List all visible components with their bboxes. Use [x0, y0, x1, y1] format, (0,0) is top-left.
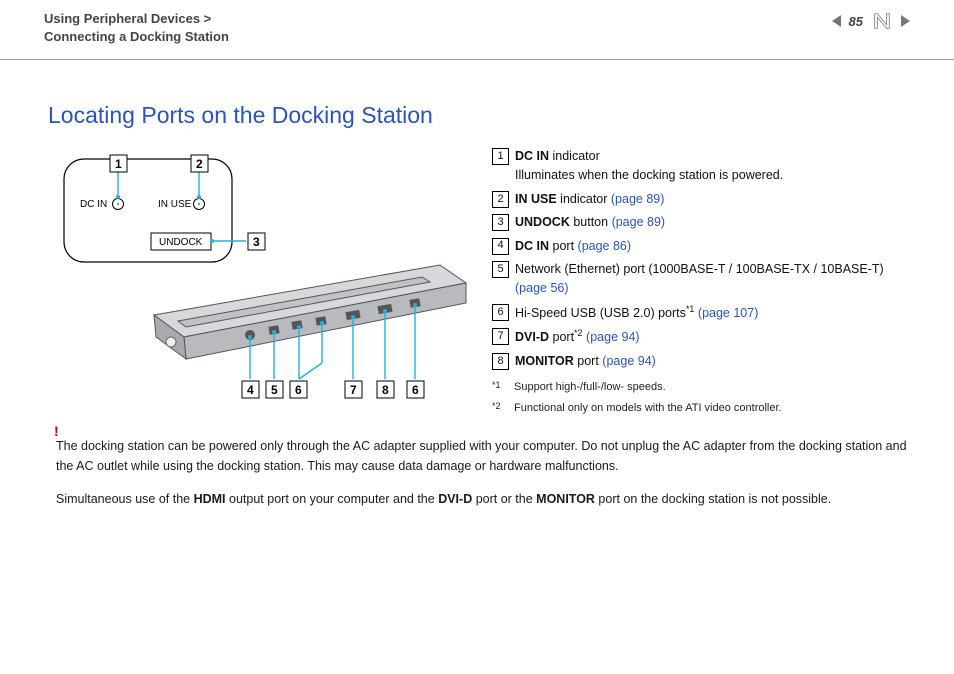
legend-item-4: 4 DC IN port (page 86) — [492, 237, 910, 256]
footnote-mark: *2 — [492, 400, 506, 417]
legend-item-1: 1 DC IN indicator Illuminates when the d… — [492, 147, 910, 186]
legend-sup: *2 — [574, 328, 583, 338]
notice-text: Simultaneous use of the — [56, 492, 194, 506]
legend-bold: MONITOR — [515, 354, 574, 368]
legend-number: 5 — [492, 261, 509, 278]
legend-footnotes: *1 Support high-/full-/low- speeds. *2 F… — [492, 379, 910, 417]
svg-text:4: 4 — [247, 383, 254, 397]
notice-text: port or the — [472, 492, 536, 506]
footnote-1: *1 Support high-/full-/low- speeds. — [492, 379, 910, 396]
legend-number: 2 — [492, 191, 509, 208]
legend-item-5: 5 Network (Ethernet) port (1000BASE-T / … — [492, 260, 910, 299]
warning-icon: ! — [54, 421, 59, 443]
legend-item-6: 6 Hi-Speed USB (USB 2.0) ports*1 (page 1… — [492, 303, 910, 324]
notice-text: port on the docking station is not possi… — [595, 492, 831, 506]
breadcrumb: Using Peripheral Devices > Connecting a … — [44, 10, 229, 45]
warning-text: The docking station can be powered only … — [56, 439, 907, 472]
notices: ! The docking station can be powered onl… — [0, 421, 954, 509]
legend-rest: indicator — [549, 149, 600, 163]
legend-link[interactable]: (page 94) — [602, 354, 656, 368]
legend-bold: DVI-D — [515, 330, 549, 344]
legend-desc: Illuminates when the docking station is … — [515, 168, 783, 182]
n-logo-icon — [871, 10, 893, 32]
legend-item-2: 2 IN USE indicator (page 89) — [492, 190, 910, 209]
warning-notice: ! The docking station can be powered onl… — [56, 437, 910, 476]
legend-bold: DC IN — [515, 239, 549, 253]
legend-item-3: 3 UNDOCK button (page 89) — [492, 213, 910, 232]
footnote-2: *2 Functional only on models with the AT… — [492, 400, 910, 417]
svg-text:3: 3 — [253, 235, 260, 249]
footnote-text: Functional only on models with the ATI v… — [514, 400, 782, 417]
legend-link[interactable]: (page 107) — [698, 306, 758, 320]
page-header: Using Peripheral Devices > Connecting a … — [0, 0, 954, 60]
svg-text:6: 6 — [295, 383, 302, 397]
section-title: Locating Ports on the Docking Station — [0, 60, 954, 129]
legend-item-8: 8 MONITOR port (page 94) — [492, 352, 910, 371]
legend-bold: IN USE — [515, 192, 557, 206]
breadcrumb-line1: Using Peripheral Devices > — [44, 10, 229, 28]
svg-text:6: 6 — [412, 383, 419, 397]
legend-list: 1 DC IN indicator Illuminates when the d… — [492, 147, 910, 421]
legend-link[interactable]: (page 86) — [578, 239, 632, 253]
legend-link[interactable]: (page 94) — [586, 330, 640, 344]
info-notice: Simultaneous use of the HDMI output port… — [56, 490, 910, 509]
legend-number: 3 — [492, 214, 509, 231]
footnote-mark: *1 — [492, 379, 506, 396]
footnote-text: Support high-/full-/low- speeds. — [514, 379, 666, 396]
legend-number: 7 — [492, 328, 509, 345]
legend-number: 8 — [492, 353, 509, 370]
notice-text: output port on your computer and the — [226, 492, 439, 506]
figure-label-undock: UNDOCK — [159, 237, 203, 248]
docking-station-figure: DC IN IN USE UNDOCK 1 — [56, 147, 474, 412]
notice-bold: HDMI — [194, 492, 226, 506]
legend-rest: indicator — [557, 192, 611, 206]
figure-label-inuse: IN USE — [158, 199, 192, 210]
legend-link[interactable]: (page 89) — [612, 215, 666, 229]
svg-text:8: 8 — [382, 383, 389, 397]
breadcrumb-line2: Connecting a Docking Station — [44, 28, 229, 46]
legend-rest: port — [549, 239, 578, 253]
legend-rest: port — [549, 330, 574, 344]
svg-text:2: 2 — [196, 157, 203, 171]
legend-number: 1 — [492, 148, 509, 165]
notice-bold: DVI-D — [438, 492, 472, 506]
notice-bold: MONITOR — [536, 492, 595, 506]
figure-label-dcin: DC IN — [80, 199, 107, 210]
legend-rest: button — [570, 215, 612, 229]
page-number-nav: 85 — [832, 10, 910, 32]
prev-page-icon[interactable] — [832, 15, 841, 27]
legend-bold: DC IN — [515, 149, 549, 163]
legend-rest: port — [574, 354, 603, 368]
legend-number: 6 — [492, 304, 509, 321]
legend-link[interactable]: (page 56) — [515, 281, 569, 295]
legend-plain: Network (Ethernet) port (1000BASE-T / 10… — [515, 262, 884, 276]
legend-number: 4 — [492, 238, 509, 255]
svg-text:1: 1 — [115, 157, 122, 171]
next-page-icon[interactable] — [901, 15, 910, 27]
legend-item-7: 7 DVI-D port*2 (page 94) — [492, 327, 910, 348]
legend-bold: UNDOCK — [515, 215, 570, 229]
svg-text:5: 5 — [271, 383, 278, 397]
page-number: 85 — [849, 14, 863, 29]
legend-plain: Hi-Speed USB (USB 2.0) ports — [515, 306, 686, 320]
svg-text:7: 7 — [350, 383, 357, 397]
legend-link[interactable]: (page 89) — [611, 192, 665, 206]
